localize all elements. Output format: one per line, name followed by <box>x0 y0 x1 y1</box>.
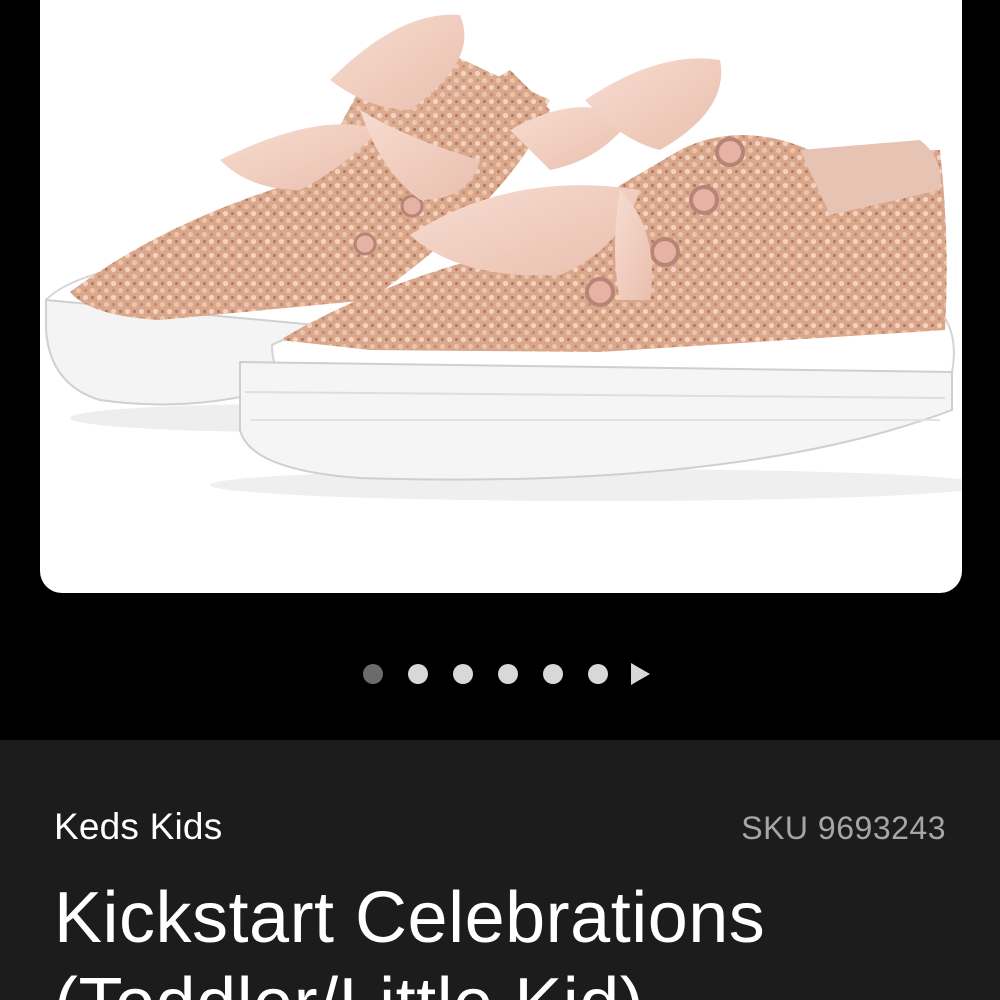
product-info-panel: Keds Kids SKU 9693243 Kickstart Celebrat… <box>0 740 1000 1000</box>
sku-label: SKU 9693243 <box>741 810 946 846</box>
pager-dot-5[interactable] <box>543 664 563 684</box>
pager-dot-4[interactable] <box>498 664 518 684</box>
product-image-card[interactable] <box>40 0 962 593</box>
pager-dot-6[interactable] <box>588 664 608 684</box>
product-image <box>44 14 962 501</box>
pager-dot-3[interactable] <box>453 664 473 684</box>
pager-dot-2[interactable] <box>408 664 428 684</box>
brand-link[interactable]: Keds Kids <box>54 806 222 848</box>
next-arrow-icon[interactable] <box>630 663 650 685</box>
pager-dot-1[interactable] <box>363 664 383 684</box>
product-title: Kickstart Celebrations (Toddler/Little K… <box>54 878 766 1000</box>
image-pager <box>0 660 1000 688</box>
